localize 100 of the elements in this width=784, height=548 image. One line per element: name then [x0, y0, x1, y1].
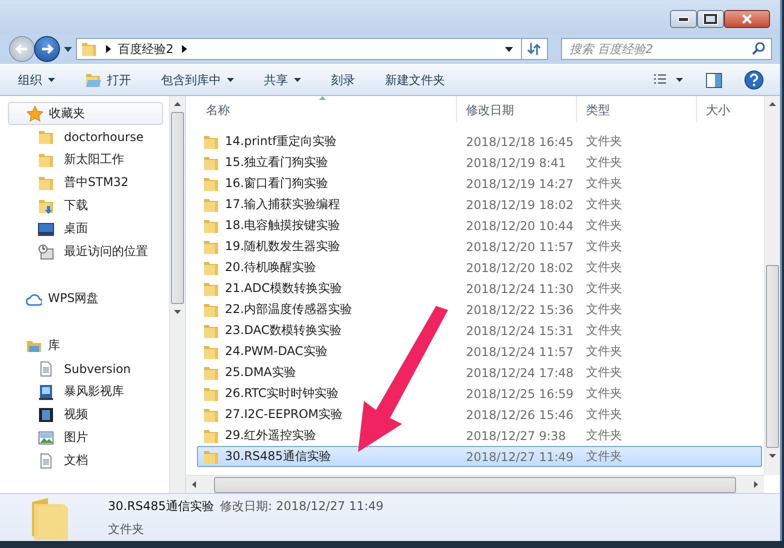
file-row[interactable]: 26.RTC实时时钟实验 2018/12/25 16:59 文件夹	[197, 383, 762, 404]
sidebar-item[interactable]: 图片	[8, 426, 163, 449]
modified-date: 2018/12/27 9:38	[466, 428, 566, 442]
search-icon	[752, 42, 766, 55]
toolbar-button[interactable]: 组织	[18, 72, 55, 88]
film-icon	[38, 406, 54, 422]
sidebar-item[interactable]: 下载	[8, 194, 163, 217]
toolbar-button[interactable]: 共享	[264, 72, 301, 88]
scroll-right-icon[interactable]	[754, 481, 758, 488]
breadcrumb-item[interactable]: 百度经验2	[118, 40, 174, 58]
file-name: 27.I2C-EEPROM实验	[225, 406, 343, 423]
modified-date: 2018/12/19 8:41	[466, 156, 566, 170]
file-type: 文件夹	[586, 280, 622, 297]
file-name: 26.RTC实时时钟实验	[225, 385, 339, 402]
folder-icon	[203, 134, 219, 150]
file-name: 16.窗口看门狗实验	[225, 175, 328, 192]
modified-date: 2018/12/20 10:44	[466, 218, 574, 232]
file-name: 20.待机唤醒实验	[225, 259, 316, 276]
help-icon	[744, 70, 764, 90]
sidebar-item[interactable]: 收藏夹	[8, 102, 163, 125]
toolbar-button[interactable]: 刻录	[331, 72, 355, 88]
close-icon	[740, 14, 754, 24]
scrollbar[interactable]	[169, 96, 185, 493]
folder-icon	[38, 128, 54, 144]
file-row[interactable]: 14.printf重定向实验 2018/12/18 16:45 文件夹	[197, 131, 762, 152]
sidebar-item[interactable]: 文档	[8, 449, 163, 472]
item-type: 文件夹	[108, 520, 145, 538]
recent-places-icon	[38, 244, 54, 260]
refresh-icon	[527, 42, 542, 56]
file-row[interactable]: 18.电容触摸按键实验 2018/12/20 10:44 文件夹	[197, 215, 762, 236]
file-row[interactable]: 25.DMA实验 2018/12/24 17:48 文件夹	[197, 362, 762, 383]
toolbar-button[interactable]: 包含到库中	[161, 72, 234, 88]
modified-date: 2018/12/20 11:57	[466, 240, 574, 254]
modified-date: 2018/12/24 17:48	[466, 366, 574, 380]
file-name: 17.输入捕获实验编程	[225, 196, 340, 213]
file-row[interactable]: 21.ADC模数转换实验 2018/12/24 11:30 文件夹	[197, 278, 762, 299]
folder-icon	[38, 174, 54, 190]
file-row[interactable]: 19.随机数发生器实验 2018/12/20 11:57 文件夹	[197, 236, 762, 257]
file-row[interactable]: 15.独立看门狗实验 2018/12/19 8:41 文件夹	[197, 152, 762, 173]
modified-date: 2018/12/22 15:36	[466, 302, 574, 316]
help-button[interactable]	[744, 70, 764, 90]
sidebar-item[interactable]: doctorhourse	[8, 125, 163, 148]
sidebar-item[interactable]: 桌面	[8, 217, 163, 240]
column-header[interactable]: 修改日期	[457, 96, 577, 122]
view-options-button[interactable]	[654, 74, 684, 86]
toolbar-button[interactable]: 打开	[85, 72, 131, 88]
horizontal-scrollbar[interactable]	[186, 475, 764, 493]
scroll-up-icon[interactable]	[174, 102, 181, 106]
scroll-down-icon[interactable]	[769, 454, 776, 458]
minimize-button[interactable]	[670, 10, 697, 28]
file-row[interactable]: 27.I2C-EEPROM实验 2018/12/26 15:46 文件夹	[197, 404, 762, 425]
folder-icon	[203, 302, 219, 318]
document-icon	[38, 360, 54, 376]
toolbar-button[interactable]: 新建文件夹	[385, 72, 445, 88]
search-field[interactable]: 搜索 百度经验2	[560, 38, 772, 60]
sidebar-item[interactable]: 视频	[8, 403, 163, 426]
file-row[interactable]: 22.内部温度传感器实验 2018/12/22 15:36 文件夹	[197, 299, 762, 320]
file-row[interactable]: 23.DAC数模转换实验 2018/12/24 15:31 文件夹	[197, 320, 762, 341]
folder-icon	[203, 428, 219, 444]
forward-button[interactable]	[34, 36, 60, 62]
close-button[interactable]	[724, 10, 770, 28]
property-label: 修改日期:	[220, 498, 272, 514]
file-row[interactable]: 16.窗口看门狗实验 2018/12/19 14:27 文件夹	[197, 173, 762, 194]
selected-row[interactable]: 30.RS485通信实验 2018/12/27 11:49 文件夹	[197, 446, 762, 467]
column-header[interactable]: 名称	[197, 96, 457, 122]
column-header[interactable]: 类型	[577, 96, 697, 122]
scroll-up-icon[interactable]	[769, 102, 776, 106]
modified-date: 2018/12/24 11:57	[466, 344, 574, 358]
maximize-icon	[704, 14, 717, 24]
preview-pane-button[interactable]	[706, 72, 722, 88]
modified-date: 2018/12/24 15:31	[466, 324, 574, 338]
file-name: 18.电容触摸按键实验	[225, 217, 340, 234]
sidebar-item[interactable]: 普中STM32	[8, 171, 163, 194]
sidebar-item[interactable]: 暴风影视库	[8, 380, 163, 403]
sidebar-item[interactable]: 新太阳工作	[8, 148, 163, 171]
file-row[interactable]: 17.输入捕获实验编程 2018/12/19 18:02 文件夹	[197, 194, 762, 215]
modified-date: 2018/12/18 16:45	[466, 134, 574, 148]
file-type: 文件夹	[586, 196, 622, 213]
refresh-button[interactable]	[522, 38, 548, 60]
scroll-left-icon[interactable]	[192, 481, 196, 488]
modified-date: 2018/12/24 11:30	[466, 282, 574, 296]
scroll-down-icon[interactable]	[174, 310, 181, 314]
file-row[interactable]: 29.红外遥控实验 2018/12/27 9:38 文件夹	[197, 425, 762, 446]
folder-icon	[203, 322, 219, 338]
scrollbar[interactable]	[764, 96, 780, 475]
folder-icon	[203, 364, 219, 380]
file-name: 22.内部温度传感器实验	[225, 301, 352, 318]
file-row[interactable]: 20.待机唤醒实验 2018/12/20 18:02 文件夹	[197, 257, 762, 278]
address-bar[interactable]: 百度经验2	[76, 38, 522, 60]
sidebar-item[interactable]: Subversion	[8, 357, 163, 380]
sidebar-item[interactable]: WPS网盘	[8, 287, 163, 310]
maximize-button[interactable]	[697, 10, 724, 28]
file-name: 21.ADC模数转换实验	[225, 280, 342, 297]
sidebar-item[interactable]: 库	[8, 334, 163, 357]
file-row[interactable]: 24.PWM-DAC实验 2018/12/24 11:57 文件夹	[197, 341, 762, 362]
star-icon	[27, 106, 43, 122]
column-header[interactable]: 大小	[697, 96, 764, 122]
sidebar-item[interactable]: 最近访问的位置	[8, 240, 163, 263]
recent-pages-button[interactable]	[62, 44, 73, 54]
preview-pane-icon	[706, 72, 722, 88]
